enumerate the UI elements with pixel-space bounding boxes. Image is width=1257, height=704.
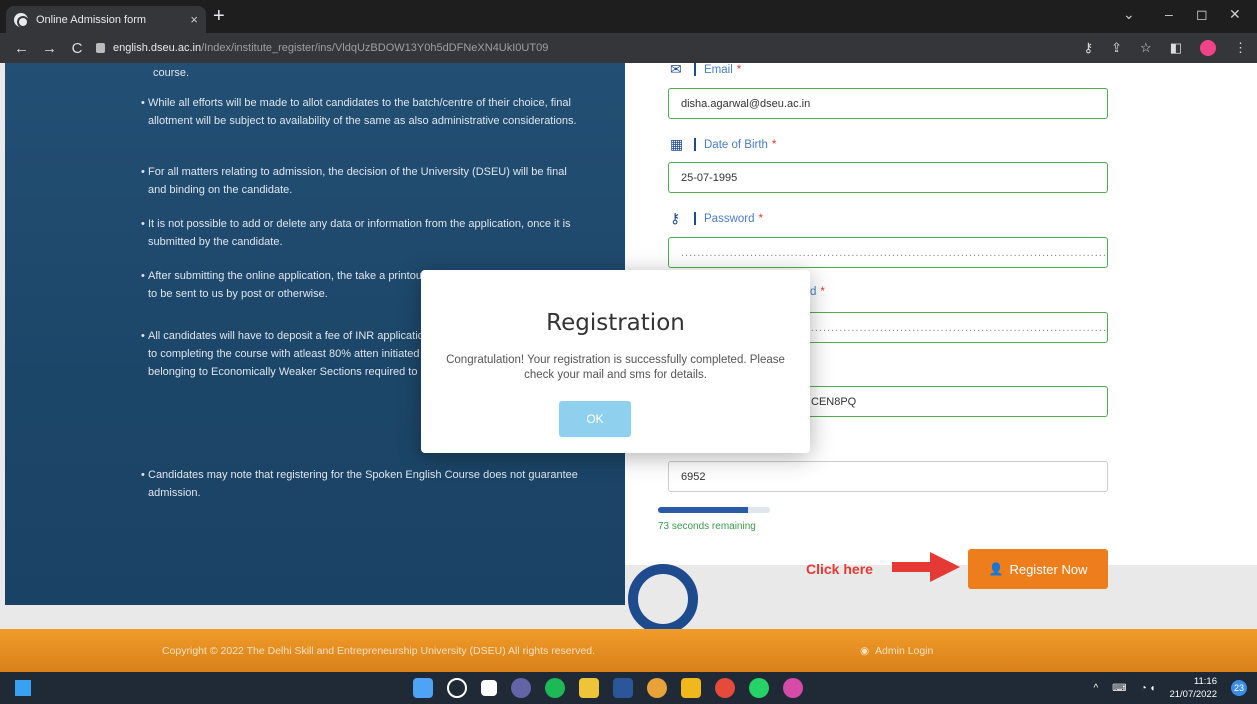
widgets-icon[interactable] bbox=[15, 680, 31, 696]
email-label: ✉ Email * bbox=[670, 61, 742, 77]
instruction-item: For all matters relating to admission, t… bbox=[141, 163, 588, 199]
add-user-icon: 👤 bbox=[988, 562, 1004, 576]
instruction-item: While all efforts will be made to allot … bbox=[141, 94, 588, 130]
red-arrow-annotation bbox=[892, 552, 960, 582]
dialog-title: Registration bbox=[546, 310, 685, 336]
new-tab-button[interactable]: + bbox=[213, 6, 225, 26]
dialog-message: Congratulation! Your registration is suc… bbox=[446, 354, 785, 381]
admin-login-link[interactable]: ◉ Admin Login bbox=[860, 645, 933, 657]
timer-progress-bar bbox=[658, 507, 770, 513]
chrome-canary-icon[interactable] bbox=[783, 678, 803, 698]
captcha-input[interactable]: 6952 bbox=[668, 461, 1108, 492]
start-button[interactable] bbox=[413, 678, 433, 698]
site-favicon-icon bbox=[14, 12, 29, 28]
share-icon[interactable]: ⇪ bbox=[1111, 40, 1122, 56]
url-path: /Index/institute_register/ins/VldqUzBDOW… bbox=[201, 42, 549, 54]
confirm-password-label: d * bbox=[810, 286, 825, 298]
tab-search-icon[interactable]: ⌄ bbox=[1123, 6, 1135, 23]
dob-label: ▦ Date of Birth * bbox=[670, 136, 777, 152]
dob-field[interactable]: 25-07-1995 bbox=[668, 162, 1108, 193]
notification-badge[interactable]: 23 bbox=[1231, 680, 1247, 696]
tray-chevron-icon[interactable]: ^ bbox=[1093, 683, 1098, 694]
forward-button[interactable]: → bbox=[42, 40, 57, 57]
file-explorer-icon[interactable] bbox=[579, 678, 599, 698]
captcha-text: CEN8PQ bbox=[811, 395, 857, 408]
instruction-item: Candidates may note that registering for… bbox=[141, 466, 588, 502]
instruction-item: It is not possible to add or delete any … bbox=[141, 215, 588, 251]
url-host: english.dseu.ac.in bbox=[113, 42, 202, 54]
register-now-button[interactable]: 👤 Register Now bbox=[968, 549, 1108, 589]
timer-text: 73 seconds remaining bbox=[658, 521, 756, 532]
chrome-icon[interactable] bbox=[647, 678, 667, 698]
click-here-annotation: Click here bbox=[806, 561, 873, 577]
system-clock[interactable]: 11:16 21/07/2022 bbox=[1169, 675, 1217, 701]
lock-icon bbox=[96, 43, 105, 53]
calendar-icon: ▦ bbox=[670, 136, 684, 152]
instruction-item: course. bbox=[153, 67, 190, 79]
menu-kebab-icon[interactable]: ⋮ bbox=[1234, 40, 1247, 56]
keyboard-icon[interactable]: ⌨ bbox=[1112, 683, 1126, 694]
footer: Copyright © 2022 The Delhi Skill and Ent… bbox=[0, 629, 1257, 672]
admin-user-icon: ◉ bbox=[860, 645, 870, 657]
maximize-button[interactable]: ◻ bbox=[1196, 6, 1208, 23]
clock-time: 11:16 bbox=[1193, 676, 1217, 687]
close-window-button[interactable]: ✕ bbox=[1229, 6, 1241, 23]
wifi-volume-icon[interactable]: ◔ ◖ bbox=[1141, 683, 1156, 694]
decorative-circle bbox=[628, 564, 698, 634]
search-icon[interactable] bbox=[447, 678, 467, 698]
task-view-icon[interactable] bbox=[481, 680, 497, 696]
key-icon: ⚷ bbox=[670, 210, 681, 226]
browser-tab[interactable]: Online Admission form × bbox=[6, 6, 206, 33]
registration-success-dialog: Registration Congratulation! Your regist… bbox=[421, 270, 810, 453]
sidepanel-icon[interactable]: ◧ bbox=[1170, 40, 1182, 56]
address-bar: ← → C english.dseu.ac.in /Index/institut… bbox=[0, 33, 1257, 63]
url-field[interactable]: english.dseu.ac.in /Index/institute_regi… bbox=[96, 39, 548, 57]
chrome-profile-icon[interactable] bbox=[715, 678, 735, 698]
spotify-icon[interactable] bbox=[545, 678, 565, 698]
reload-button[interactable]: C bbox=[70, 40, 84, 57]
windows-taskbar: ^ ⌨ ◔ ◖ 11:16 21/07/2022 23 bbox=[0, 672, 1257, 704]
email-field[interactable]: disha.agarwal@dseu.ac.in bbox=[668, 88, 1108, 119]
password-field[interactable]: ........................................… bbox=[668, 237, 1108, 268]
footer-copyright: Copyright © 2022 The Delhi Skill and Ent… bbox=[162, 645, 595, 657]
sticky-notes-icon[interactable] bbox=[681, 678, 701, 698]
whatsapp-icon[interactable] bbox=[749, 678, 769, 698]
bookmark-star-icon[interactable]: ☆ bbox=[1140, 40, 1152, 56]
back-button[interactable]: ← bbox=[14, 40, 29, 57]
clock-date: 21/07/2022 bbox=[1169, 689, 1217, 700]
key-icon[interactable]: ⚷ bbox=[1084, 40, 1094, 56]
envelope-icon: ✉ bbox=[670, 61, 682, 77]
browser-tab-strip: Online Admission form × + ⌄ – ◻ ✕ bbox=[0, 0, 1257, 33]
profile-avatar[interactable] bbox=[1200, 40, 1216, 56]
timer-progress-fill bbox=[658, 507, 748, 513]
minimize-button[interactable]: – bbox=[1165, 6, 1173, 22]
tab-title: Online Admission form bbox=[36, 13, 147, 26]
password-label: ⚷ Password * bbox=[670, 210, 763, 226]
teams-icon[interactable] bbox=[511, 678, 531, 698]
ok-button[interactable]: OK bbox=[559, 401, 631, 437]
word-icon[interactable] bbox=[613, 678, 633, 698]
register-now-label: Register Now bbox=[1009, 561, 1088, 577]
tab-close-icon[interactable]: × bbox=[190, 12, 198, 27]
